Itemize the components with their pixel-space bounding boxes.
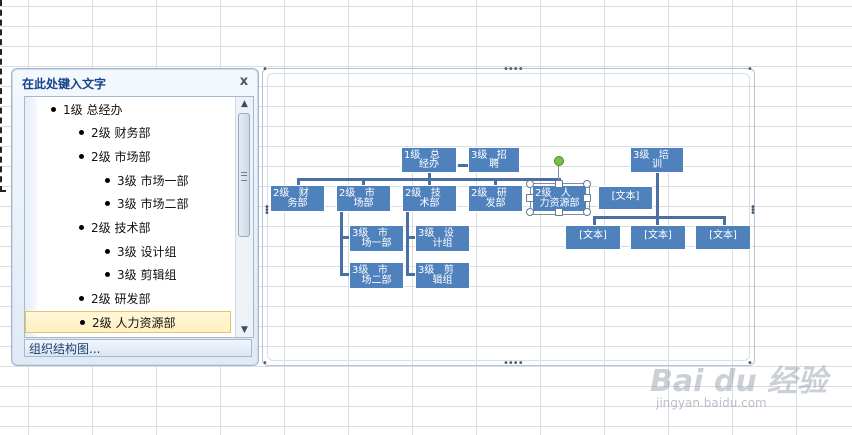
- frame-corner-handle[interactable]: •: [747, 64, 753, 75]
- list-item-selected[interactable]: 2级 人力资源部: [25, 311, 231, 333]
- watermark-logo: Bai du 经验: [650, 364, 828, 399]
- list-item-label: 2级 人力资源部: [92, 316, 176, 330]
- bullet-icon: [79, 130, 84, 135]
- resize-handle[interactable]: [526, 180, 534, 188]
- org-box-placeholder[interactable]: [文本]: [598, 186, 653, 210]
- list-item-label: 3级 市场一部: [117, 174, 189, 188]
- list-gutter: [25, 97, 37, 337]
- list-item[interactable]: 3级 设计组: [105, 241, 176, 263]
- bullet-icon: [79, 225, 84, 230]
- resize-handle[interactable]: [583, 180, 591, 188]
- list-item-label: 3级 市场二部: [117, 197, 189, 211]
- org-box-level3[interactable]: 3级 剪辑组: [415, 262, 470, 289]
- org-box-level2[interactable]: 2级 市场部: [336, 185, 391, 212]
- copy-marquee-corner: [0, 190, 6, 192]
- rotate-handle-icon[interactable]: [554, 156, 564, 166]
- bullet-icon: [105, 272, 110, 277]
- text-pane-title: 在此处键入文字: [22, 77, 107, 91]
- org-box-level3[interactable]: 3级 市场二部: [349, 262, 404, 289]
- org-box-top[interactable]: 1级 总经办: [401, 147, 457, 173]
- connector: [406, 273, 415, 276]
- connector: [340, 211, 343, 276]
- list-item-label: 2级 市场部: [91, 150, 151, 164]
- pane-footer-link[interactable]: 组织结构图...: [24, 339, 252, 357]
- copy-marquee-border: [0, 0, 2, 192]
- bullet-icon: [79, 154, 84, 159]
- resize-handle[interactable]: [555, 180, 563, 188]
- text-pane-list[interactable]: 1级 总经办 2级 财务部 2级 市场部 3级 市场一部 3级 市场二部 2级 …: [24, 96, 254, 338]
- list-item[interactable]: 2级 财务部: [79, 122, 150, 144]
- org-box-placeholder[interactable]: [文本]: [565, 225, 621, 250]
- org-box-training[interactable]: 3级 培训: [630, 147, 684, 173]
- bullet-icon: [79, 296, 84, 301]
- watermark-url: jingyan.baidu.com: [656, 396, 767, 410]
- list-item-label: 2级 财务部: [91, 126, 151, 140]
- org-box-level2[interactable]: 2级 研发部: [468, 185, 523, 212]
- list-item[interactable]: 1级 总经办: [51, 99, 122, 121]
- list-item[interactable]: 2级 市场部: [79, 146, 150, 168]
- grip-icon: [241, 172, 247, 181]
- resize-handle[interactable]: [555, 208, 563, 216]
- resize-handle[interactable]: [583, 208, 591, 216]
- resize-handle[interactable]: [526, 208, 534, 216]
- org-box-placeholder[interactable]: [文本]: [695, 225, 751, 250]
- org-box-level3[interactable]: 3级 设计组: [415, 225, 470, 252]
- frame-resize-handle-bottom[interactable]: ••••: [503, 358, 524, 369]
- frame-resize-handle-left[interactable]: • • •: [264, 203, 270, 219]
- connector: [406, 211, 409, 276]
- bullet-icon: [51, 107, 56, 112]
- bullet-icon: [105, 178, 110, 183]
- org-box-assistant[interactable]: 3级 招聘: [468, 147, 520, 173]
- frame-resize-handle-right[interactable]: • • •: [750, 203, 756, 219]
- bullet-icon: [105, 201, 110, 206]
- bullet-icon: [105, 249, 110, 254]
- connector: [656, 172, 659, 218]
- list-item-label: 1级 总经办: [63, 103, 123, 117]
- org-box-level2[interactable]: 2级 财务部: [270, 185, 325, 212]
- scroll-down-arrow-icon[interactable]: ▼: [239, 325, 250, 335]
- frame-corner-handle[interactable]: •: [262, 358, 268, 369]
- connector: [406, 236, 415, 239]
- scroll-thumb[interactable]: [238, 113, 250, 237]
- list-item[interactable]: 3级 市场二部: [105, 193, 188, 215]
- connector: [593, 216, 725, 219]
- close-icon[interactable]: x: [237, 75, 251, 89]
- list-item-label: 3级 设计组: [117, 245, 177, 259]
- scroll-up-arrow-icon[interactable]: ▲: [239, 99, 250, 109]
- text-pane: 在此处键入文字 x 1级 总经办 2级 财务部 2级 市场部 3级 市场一部 3…: [11, 68, 259, 366]
- list-item[interactable]: 3级 市场一部: [105, 170, 188, 192]
- list-item[interactable]: 2级 技术部: [79, 217, 150, 239]
- resize-handle[interactable]: [583, 194, 591, 202]
- vertical-scrollbar[interactable]: ▲ ▼: [235, 97, 253, 337]
- list-item[interactable]: 3级 剪辑组: [105, 264, 176, 286]
- frame-resize-handle-top[interactable]: ••••: [503, 64, 524, 75]
- list-item-label: 2级 技术部: [91, 221, 151, 235]
- list-item-label: 2级 研发部: [91, 292, 151, 306]
- rotate-stem: [558, 164, 559, 180]
- list-item-label: 3级 剪辑组: [117, 268, 177, 282]
- frame-corner-handle[interactable]: •: [262, 64, 268, 75]
- bullet-icon: [80, 320, 85, 325]
- org-box-placeholder[interactable]: [文本]: [630, 225, 686, 250]
- connector: [340, 273, 349, 276]
- list-item[interactable]: 2级 研发部: [79, 288, 150, 310]
- org-box-level3[interactable]: 3级 市场一部: [349, 225, 404, 252]
- org-box-level2[interactable]: 2级 技术部: [402, 185, 457, 212]
- resize-handle[interactable]: [526, 194, 534, 202]
- connector: [340, 236, 349, 239]
